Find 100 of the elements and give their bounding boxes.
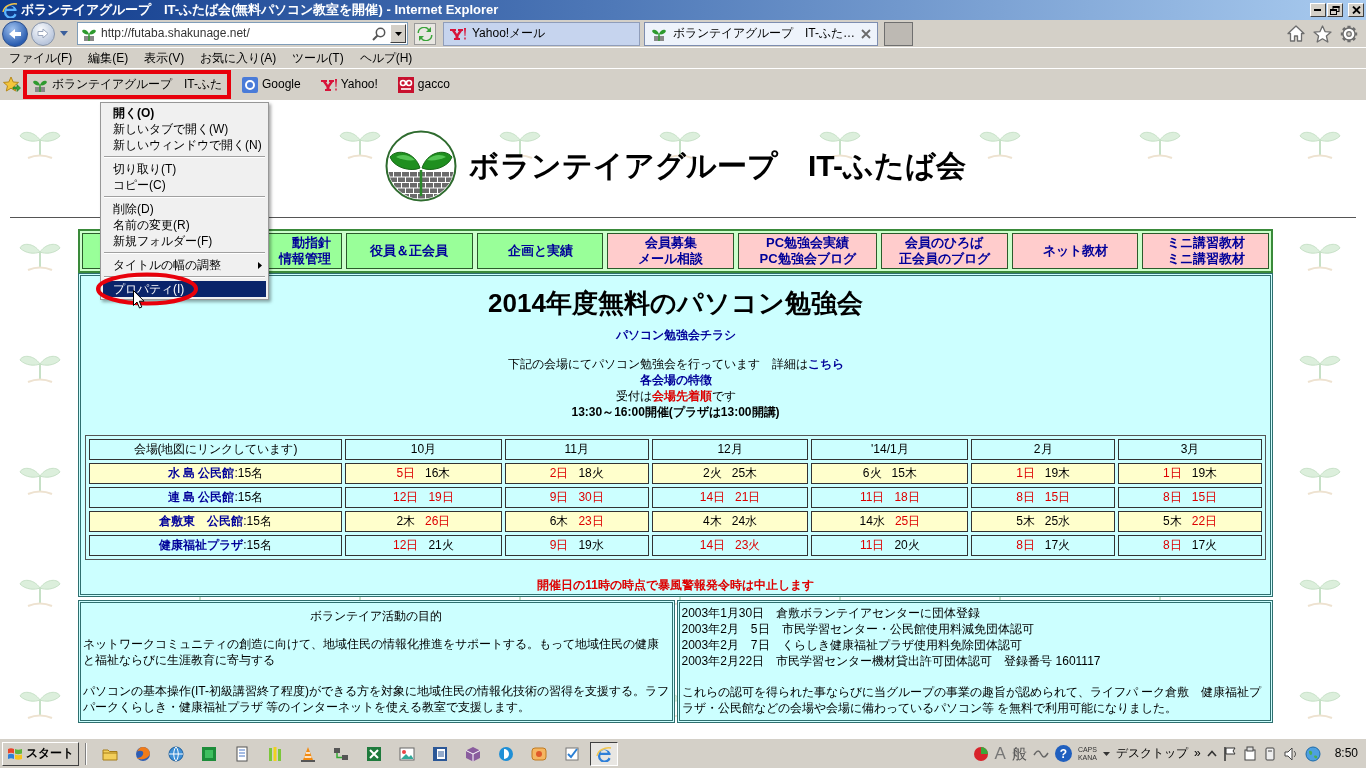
column-header: 11月 [504, 439, 649, 460]
menu-item[interactable]: 新規フォルダー(F) [103, 233, 266, 249]
url-field[interactable]: http://futaba.shakunage.net/ [101, 26, 368, 41]
minimize-button[interactable] [1310, 3, 1326, 17]
document-icon[interactable] [233, 745, 250, 762]
nav-link[interactable]: ミニ講習教材 ミニ講習教材 [1142, 233, 1270, 269]
date-text: 2木 [396, 514, 416, 528]
date-text: 19日 [428, 490, 454, 504]
device-icon[interactable] [1262, 745, 1277, 762]
nav-link[interactable]: 企画と実績 [476, 233, 604, 269]
date-text: 6火 [862, 466, 882, 480]
menu-item[interactable]: 削除(D) [103, 201, 266, 217]
menu-item[interactable]: お気に入り(A) [192, 50, 285, 66]
menu-item[interactable]: 編集(E) [80, 50, 137, 66]
favorite-link[interactable]: gacco [388, 70, 459, 99]
favorite-link[interactable]: Google [233, 70, 310, 99]
venue-link[interactable]: 連 島 公民館 [167, 490, 235, 504]
spreadsheet-icon[interactable] [365, 745, 382, 762]
wave-icon[interactable] [1032, 748, 1049, 759]
favorite-link[interactable]: ボランテイアグループ IT-ふた [23, 70, 231, 99]
caret-icon[interactable] [1102, 751, 1110, 756]
settings-icon[interactable] [1340, 24, 1358, 43]
menu-item[interactable]: 表示(V) [136, 50, 193, 66]
new-tab-button[interactable] [884, 21, 913, 46]
start-button[interactable]: スタート [2, 741, 79, 766]
half-circle-icon[interactable] [497, 745, 514, 762]
star-icon[interactable] [1313, 24, 1332, 43]
device-icon[interactable] [1242, 745, 1257, 762]
intro-text: 下記の会場にてパソコン勉強会を行っています 詳細はこちら [507, 357, 844, 371]
tile-icon[interactable] [200, 745, 217, 762]
venue-link[interactable]: 水 島 公民館 [167, 466, 235, 480]
menu-item[interactable]: タイトルの幅の調整 [103, 257, 266, 273]
browser-tab[interactable]: Yahoo!メール [443, 21, 640, 46]
search-icon[interactable] [372, 26, 386, 41]
close-icon [1351, 6, 1361, 14]
address-dropdown-button[interactable] [390, 24, 406, 43]
star-arrow-icon[interactable] [3, 76, 21, 93]
date-text: 14水 [859, 514, 885, 528]
date-text: 21日 [735, 490, 761, 504]
overflow-button[interactable]: » [1193, 746, 1201, 761]
flag-icon[interactable] [1222, 745, 1237, 762]
reception-text: 受付は会場先着順です [615, 389, 736, 403]
back-button[interactable] [2, 20, 28, 47]
speaker-icon[interactable] [1282, 745, 1299, 762]
globe-icon[interactable] [134, 745, 151, 762]
flyer-link[interactable]: パソコン勉強会チラシ [615, 328, 736, 342]
menu-item[interactable]: ツール(T) [284, 50, 352, 66]
venue-link[interactable]: 倉敷東 公民館 [159, 514, 244, 528]
date-text: 15日 [1191, 490, 1218, 504]
nav-link[interactable]: 会員募集 メール相談 [607, 233, 734, 269]
help-button[interactable]: ? [1054, 745, 1072, 762]
globe-icon[interactable] [167, 745, 184, 762]
ball-icon[interactable] [972, 745, 989, 762]
toolbar-label[interactable]: デスクトップ [1115, 746, 1188, 761]
venue-link[interactable]: 健康福祉プラザ [159, 538, 244, 552]
column-header: 10月 [345, 439, 502, 460]
site-logo-icon [320, 77, 337, 92]
history-entry: 2003年1月30日 倉敷ボランテイアセンターに団体登録 [681, 605, 982, 621]
chevron-up-icon[interactable] [1206, 750, 1217, 757]
nav-link[interactable]: PC勉強会実績 PC勉強会ブログ [738, 233, 877, 269]
page-tile-icon[interactable] [431, 745, 448, 762]
network-icon[interactable] [332, 745, 349, 762]
arrow-left-icon [8, 27, 22, 40]
compatibility-button[interactable] [414, 22, 436, 45]
menu-item[interactable]: ファイル(F) [1, 50, 81, 66]
menu-item[interactable]: 新しいタブで開く(W) [103, 121, 266, 137]
date-text: 9日 [549, 538, 569, 552]
close-icon[interactable] [861, 28, 871, 39]
nav-link[interactable]: ネット教材 [1011, 233, 1139, 269]
taskbar-button[interactable] [590, 741, 618, 766]
menu-item[interactable]: 切り取り(T) [103, 161, 266, 177]
details-link[interactable]: こちら [807, 357, 844, 371]
features-link[interactable]: 各会場の特徴 [639, 373, 712, 387]
browser-tab[interactable]: ボランテイアグループ IT-ふた… [644, 21, 878, 46]
globe-icon[interactable] [1304, 745, 1321, 762]
menu-item[interactable]: ヘルプ(H) [351, 50, 421, 66]
nav-link[interactable]: 会員のひろば 正会員のブログ [881, 233, 1008, 269]
nav-link[interactable]: 役員＆正会員 [346, 233, 473, 269]
restore-button[interactable] [1327, 3, 1343, 17]
date-text: 22日 [1191, 514, 1218, 528]
menu-item[interactable]: 新しいウィンドウで開く(N) [103, 137, 266, 153]
menu-item[interactable]: 開く(O) [103, 105, 266, 121]
date-text: 2火 [703, 466, 722, 480]
image-icon[interactable] [398, 745, 415, 762]
close-button[interactable] [1348, 3, 1364, 17]
caret-icon [60, 31, 68, 36]
column-header: 12月 [651, 439, 809, 460]
home-icon[interactable] [1287, 25, 1305, 42]
date-text: 30日 [578, 490, 604, 504]
traffic-cone-icon[interactable] [299, 745, 316, 762]
section-title: 2014年度無料のパソコン勉強会 [488, 288, 863, 318]
checklist-icon[interactable] [563, 745, 580, 762]
column-header: 会場(地図にリンクしています) [89, 439, 342, 460]
cube-icon[interactable] [464, 745, 481, 762]
menu-item[interactable]: 名前の変更(R) [103, 217, 266, 233]
tile-icon[interactable] [530, 745, 547, 762]
favorite-link[interactable]: Yahoo! [311, 70, 387, 99]
capacity-text: :15名 [234, 466, 264, 480]
ime-input-text[interactable]: 般 [1011, 746, 1027, 761]
menu-item[interactable]: コピー(C) [103, 177, 266, 193]
